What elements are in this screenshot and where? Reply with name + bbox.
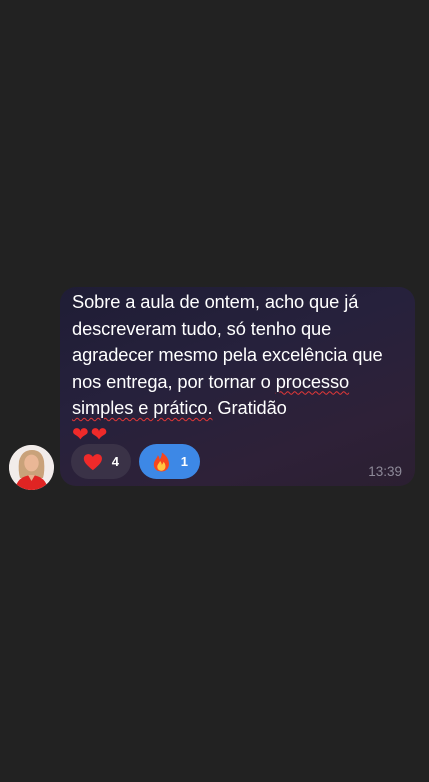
reaction-heart-button[interactable]: 4 xyxy=(71,444,131,479)
message-bubble[interactable]: Sobre a aula de ontem, acho que já descr… xyxy=(60,287,415,486)
avatar[interactable] xyxy=(9,445,54,490)
reaction-fire-button[interactable]: 1 xyxy=(139,444,200,479)
message-text: Sobre a aula de ontem, acho que já descr… xyxy=(72,289,406,448)
hearts-emoji: ❤ ❤ xyxy=(72,424,109,446)
avatar-image xyxy=(9,445,54,490)
reactions-bar: 4 1 xyxy=(71,444,200,479)
chat-area: Sobre a aula de ontem, acho que já descr… xyxy=(0,0,429,782)
message-timestamp: 13:39 xyxy=(368,464,402,479)
reaction-heart-count: 4 xyxy=(111,454,119,469)
heart-icon xyxy=(83,453,102,470)
reaction-fire-count: 1 xyxy=(180,454,188,469)
fire-icon xyxy=(153,452,169,471)
message-text-end: Gratidão xyxy=(212,397,287,418)
